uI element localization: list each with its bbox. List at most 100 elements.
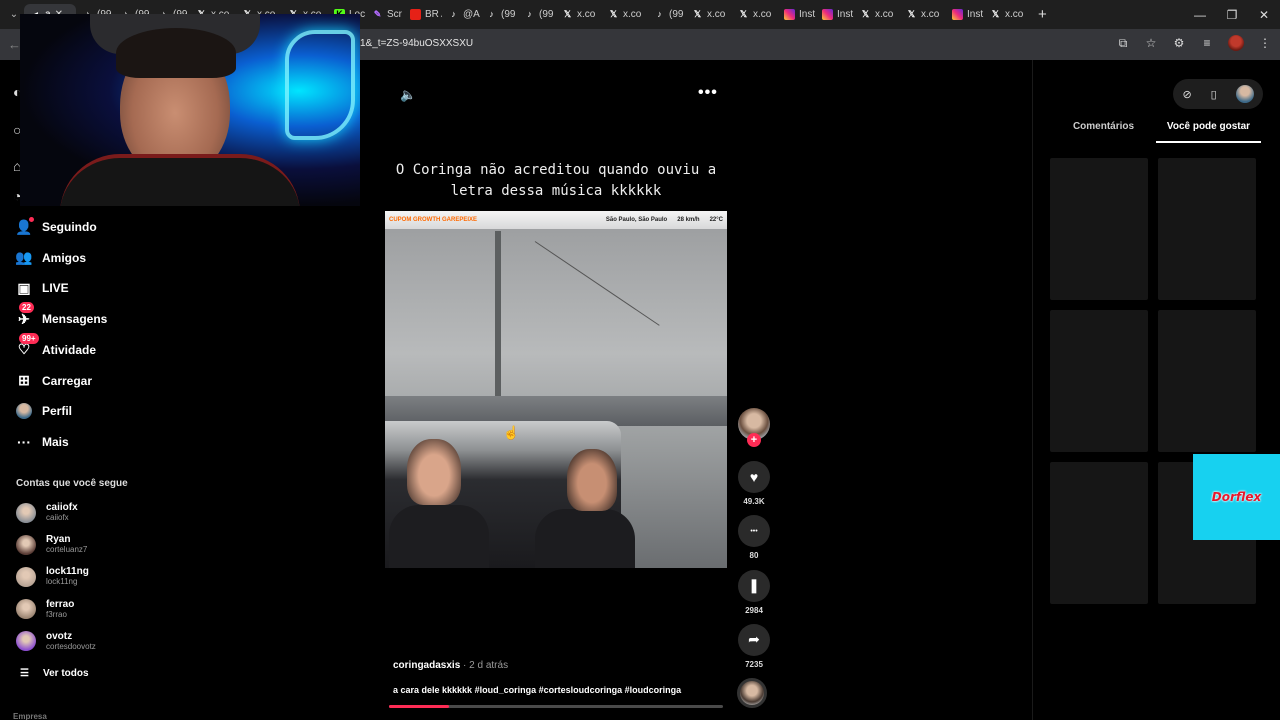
account-avatar (16, 599, 36, 620)
url-field[interactable]: 1&_t=ZS-94buOSXXSXU (360, 38, 473, 49)
browser-menu-icon[interactable]: ⋮ (1258, 36, 1272, 50)
sidebar-item-atividade[interactable]: ♡ 99+ Atividade (16, 332, 96, 361)
user-avatar[interactable] (1235, 85, 1254, 103)
list-icon: ☰ (20, 668, 29, 679)
tab-comments[interactable]: Comentários (1051, 121, 1156, 143)
browser-tab[interactable]: ♪ (99 (648, 4, 686, 26)
recommended-thumbnail[interactable] (1050, 310, 1148, 452)
profile-avatar (16, 403, 32, 420)
followed-account[interactable]: caiiofx caiiofx (16, 502, 78, 523)
browser-tab[interactable]: ♪ (99 (518, 4, 556, 26)
x-icon: 𝕏 (693, 9, 702, 19)
browser-tab[interactable]: Inst (946, 4, 984, 26)
stream-hud: CUPOM GROWTH GAREPEIXE São Paulo, São Pa… (385, 211, 727, 229)
more-options-icon[interactable]: ••• (698, 84, 718, 102)
screen-icon: ✎ (373, 9, 382, 19)
follow-plus-icon[interactable]: + (747, 433, 761, 447)
browser-tab[interactable]: ✎ Scr (366, 4, 404, 26)
followed-account[interactable]: ovotz cortesdoovotz (16, 631, 96, 652)
close-window-icon[interactable]: ✕ (1248, 8, 1280, 22)
instagram-icon (822, 9, 833, 20)
hud-brand: CUPOM GROWTH GAREPEIXE (389, 217, 478, 223)
tab-title: BR A (425, 9, 442, 20)
browser-tab[interactable]: 𝕏x.co (686, 4, 732, 26)
account-handle: f3rrao (46, 609, 67, 619)
notification-badge: 99+ (19, 332, 39, 344)
hud-location: São Paulo, São Paulo (605, 217, 668, 223)
bookmark-star-icon[interactable]: ☆ (1144, 36, 1158, 50)
volume-icon[interactable]: 🔈 (400, 87, 416, 103)
sidebar-item-carregar[interactable]: ⊞ Carregar (16, 370, 92, 392)
bookmark-icon[interactable]: ❚ (738, 569, 770, 602)
compass-icon[interactable]: ⊘ (1182, 88, 1191, 101)
recommended-thumbnail[interactable] (1158, 310, 1256, 452)
street-pole (495, 231, 501, 396)
phone-icon[interactable]: ▯ (1211, 88, 1217, 101)
sidebar-item-mais[interactable]: ··· Mais (16, 431, 69, 453)
new-tab-icon[interactable]: + (1038, 6, 1047, 23)
recommended-thumbnail[interactable] (1158, 158, 1256, 300)
followed-account[interactable]: lock11ng lock11ng (16, 566, 89, 587)
comment-icon[interactable]: ••• (738, 515, 770, 548)
browser-tab[interactable]: BR A (404, 4, 442, 26)
top-right-controls: ⊘ ▯ (1173, 79, 1263, 109)
install-app-icon[interactable]: ⧉ (1116, 36, 1130, 51)
followed-account[interactable]: Ryan corteluanz7 (16, 534, 87, 555)
video-frame[interactable]: CUPOM GROWTH GAREPEIXE São Paulo, São Pa… (385, 211, 727, 568)
browser-tab[interactable]: ♪ (99 (480, 4, 518, 26)
tab-title: Inst (837, 9, 854, 20)
power-wire (534, 241, 660, 326)
streamer-hair (116, 28, 236, 78)
account-name: ovotz (46, 630, 73, 642)
tab-you-may-like[interactable]: Você pode gostar (1156, 121, 1261, 143)
browser-tab[interactable]: 𝕏x.co (602, 4, 648, 26)
see-all-link[interactable]: ☰ Ver todos (20, 668, 89, 679)
browser-tab[interactable]: 𝕏x.co (854, 4, 900, 26)
share-icon[interactable]: ➦ (738, 623, 770, 656)
sidebar-item-perfil[interactable]: Perfil (16, 400, 72, 422)
music-disc-avatar[interactable] (737, 678, 767, 708)
video-description: a cara dele kkkkkk #loud_coringa #cortes… (393, 685, 682, 695)
recommended-thumbnail[interactable] (1050, 158, 1148, 300)
x-icon: 𝕏 (739, 9, 748, 19)
following-section-title: Contas que você segue (16, 478, 128, 489)
browser-tab[interactable]: 𝕏x.co (732, 4, 778, 26)
tab-title: (99 (539, 9, 554, 20)
extensions-icon[interactable]: ⚙ (1172, 36, 1186, 50)
progress-bar[interactable] (389, 705, 723, 708)
browser-tab[interactable]: ♪ @A (442, 4, 480, 26)
passenger-right-body (535, 509, 635, 568)
tab-title: Scr (387, 9, 402, 20)
tiktok-icon: ♪ (451, 9, 456, 19)
hud-temp: 22°C (709, 217, 723, 223)
save-count: 2984 (745, 605, 763, 615)
account-avatar (16, 502, 36, 523)
video-player: 🔈 ••• O Coringa não acreditou quando ouv… (360, 60, 1032, 720)
recommended-thumbnail[interactable] (1050, 462, 1148, 604)
account-name: lock11ng (46, 566, 89, 578)
account-handle: caiiofx (46, 513, 69, 522)
browser-tab[interactable]: 𝕏x.co (900, 4, 946, 26)
sidebar-item-amigos[interactable]: 👥 Amigos (15, 247, 87, 269)
minimize-icon[interactable]: — (1184, 8, 1216, 22)
sidebar-item-mensagens[interactable]: ✈ 22 Mensagens (16, 302, 107, 330)
media-icon[interactable]: ≡ (1200, 36, 1214, 50)
right-panel: ⊘ ▯ Comentários Você pode gostar (1032, 60, 1280, 720)
footer-company-link[interactable]: Empresa (13, 712, 47, 720)
browser-tab[interactable]: 𝕏x.co (984, 4, 1030, 26)
heart-icon[interactable]: ♥ (738, 461, 770, 493)
author-name[interactable]: coringadasxis (393, 660, 460, 671)
browser-profile-avatar[interactable] (1228, 35, 1244, 51)
followed-account[interactable]: ferrao f3rrao (16, 599, 74, 620)
sidebar-item-label: Amigos (42, 250, 87, 265)
maximize-icon[interactable]: ❐ (1216, 8, 1248, 22)
x-icon: 𝕏 (861, 9, 870, 19)
instagram-icon (952, 9, 963, 20)
sidebar-item-live[interactable]: ▣ LIVE (16, 277, 69, 299)
browser-tab[interactable]: 𝕏x.co (556, 4, 602, 26)
sidebar-item-label: LIVE (42, 281, 69, 296)
browser-tab[interactable]: Inst (816, 4, 854, 26)
sidebar-item-seguindo[interactable]: 👤 Seguindo (15, 216, 97, 238)
x-icon: 𝕏 (991, 9, 1000, 19)
browser-tab[interactable]: Inst (778, 4, 816, 26)
